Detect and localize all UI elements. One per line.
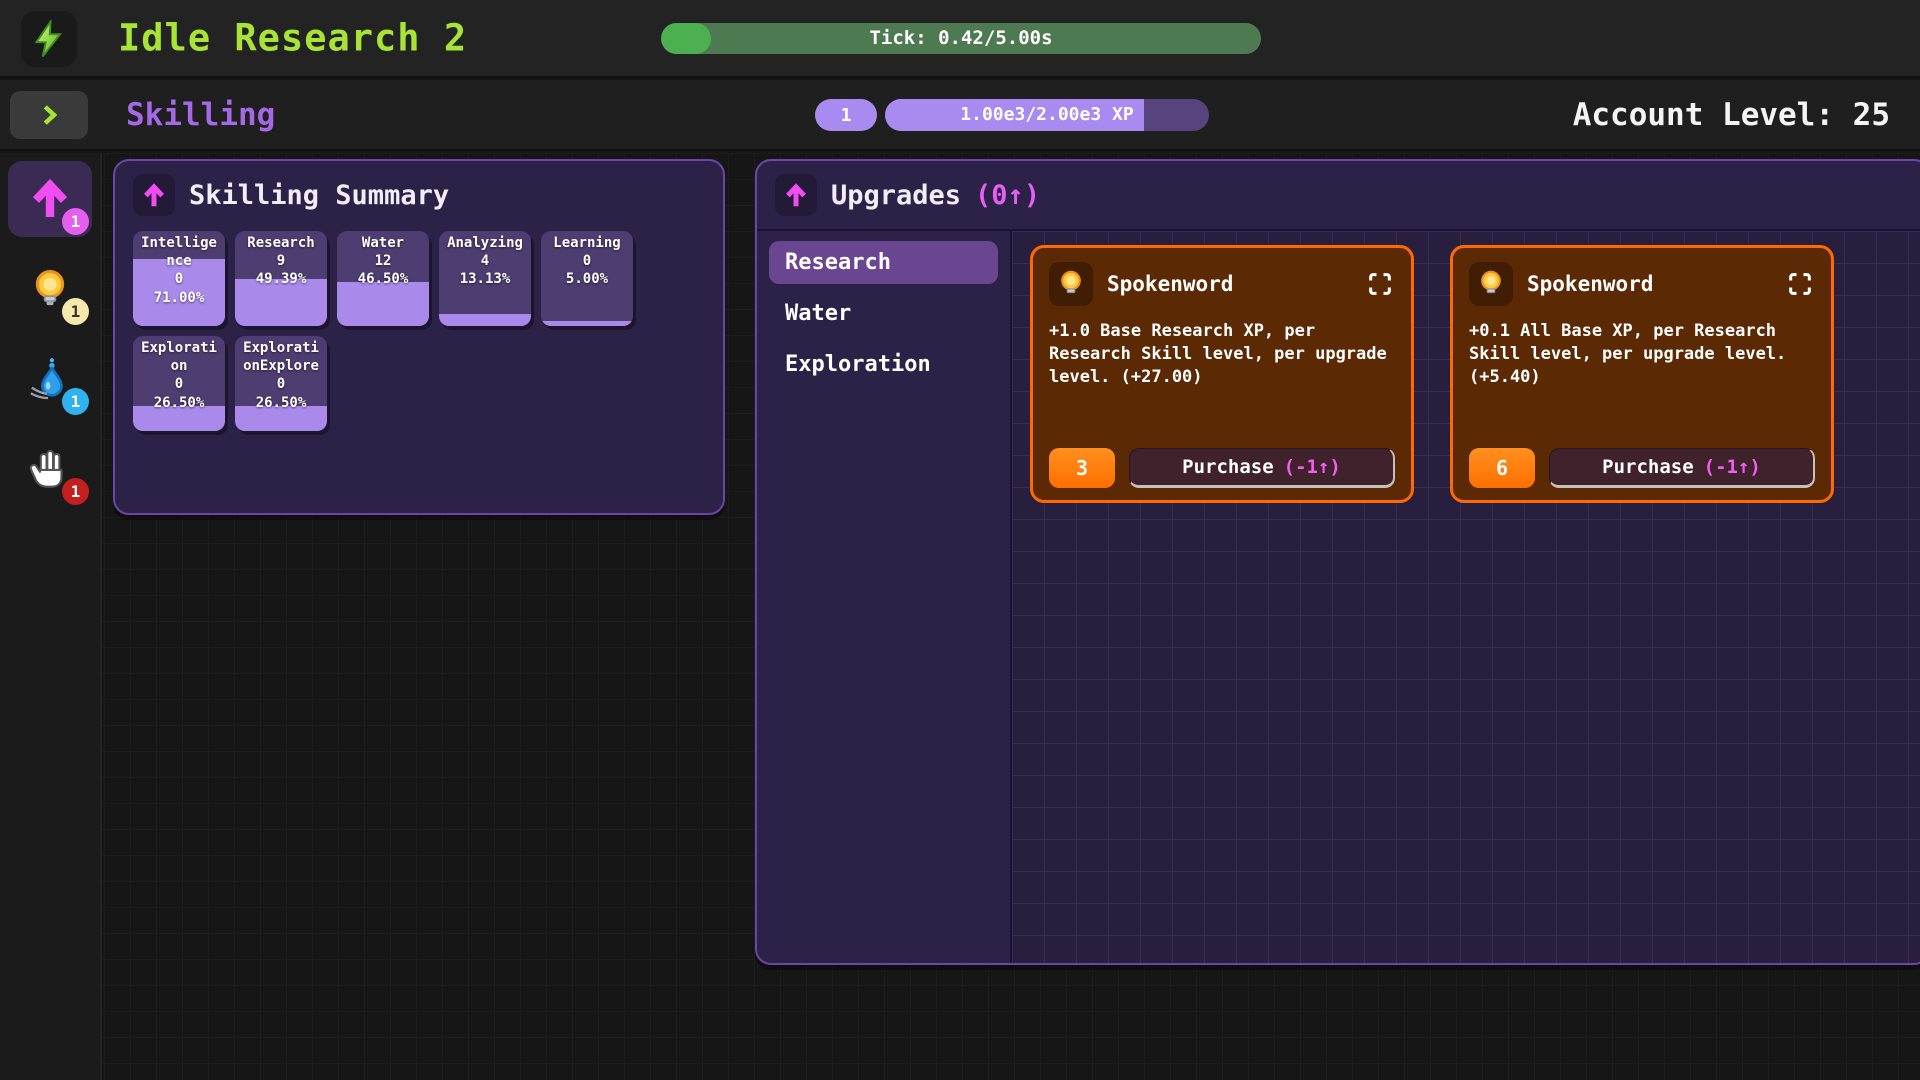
lightbulb-icon [1055,268,1087,300]
upgrades-panel: Upgrades (0↑) Research Water Exploration [755,159,1920,965]
xp-progress-bar: 1.00e3/2.00e3 XP [885,99,1209,131]
fullscreen-icon [1366,270,1394,298]
purchase-label: Purchase [1182,456,1274,478]
sidebar-item-water[interactable]: 1 [8,341,92,417]
upgrade-icon-box [1049,262,1093,306]
skilling-summary-header: Skilling Summary [115,161,723,229]
skill-card-learning[interactable]: Learning 0 5.00% [541,231,633,326]
tab-water[interactable]: Water [769,292,998,335]
upgrade-card: Spokenword +1.0 Base Research XP, per Re… [1030,245,1414,503]
panel-icon-box [775,174,817,216]
skill-percent: 26.50% [154,395,205,411]
skill-level: 0 [277,376,285,392]
fullscreen-icon [1786,270,1814,298]
xp-label: 1.00e3/2.00e3 XP [885,99,1209,131]
purchase-cost-delta: (-1↑) [1284,456,1341,478]
skill-name: Analyzing [447,235,523,251]
panel-title: Skilling Summary [189,180,449,211]
upgrade-title: Spokenword [1527,272,1653,296]
skill-level: 4 [481,253,489,269]
skill-card-explorationexplore[interactable]: ExplorationExplore 0 26.50% [235,336,327,431]
skill-card-exploration[interactable]: Exploration 0 26.50% [133,336,225,431]
chevron-right-icon [34,100,64,130]
sidebar-badge: 1 [62,208,89,235]
purchase-button[interactable]: Purchase (-1↑) [1129,448,1395,488]
skill-name: Exploration [141,340,217,374]
skill-level: 0 [583,253,591,269]
skill-name: Research [247,235,314,251]
skill-level: 9 [277,253,285,269]
sidebar-item-hand-clicker[interactable]: 1 [8,431,92,507]
skill-percent: 71.00% [154,290,205,306]
purchase-cost-delta: (-1↑) [1704,456,1761,478]
skill-level: 0 [175,271,183,287]
upgrade-description: +1.0 Base Research XP, per Research Skil… [1049,320,1395,389]
upgrade-description: +0.1 All Base XP, per Research Skill lev… [1469,320,1815,389]
lightning-bolt-icon [30,20,68,58]
skill-percent: 46.50% [358,271,409,287]
skill-card-analyzing[interactable]: Analyzing 4 13.13% [439,231,531,326]
skill-percent: 5.00% [566,271,608,287]
skill-card-intelligence[interactable]: Intelligence 0 71.00% [133,231,225,326]
skilling-summary-panel: Skilling Summary Intelligence 0 71.00% R… [113,159,725,515]
skill-name: Intelligence [141,235,217,269]
sidebar-badge: 1 [62,298,89,325]
upgrade-icon-box [1469,262,1513,306]
expand-button[interactable] [1365,269,1395,299]
upgrade-points-count: (0↑) [975,180,1040,211]
tick-progress-bar: Tick: 0.42/5.00s [661,23,1261,54]
skill-card-list: Intelligence 0 71.00% Research 9 49.39% … [115,229,723,433]
tick-label: Tick: 0.42/5.00s [661,23,1261,54]
lightbulb-icon [1475,268,1507,300]
nav-sidebar: 1 1 1 [0,153,102,1080]
skill-card-research[interactable]: Research 9 49.39% [235,231,327,326]
account-level: Account Level: 25 [1573,97,1890,133]
sidebar-item-research[interactable]: 1 [8,251,92,327]
upgrade-category-tabs: Research Water Exploration [757,231,1012,963]
tab-exploration[interactable]: Exploration [769,343,998,386]
upgrades-body: Research Water Exploration Sp [757,229,1920,963]
tab-research[interactable]: Research [769,241,998,284]
upgrade-cost-badge: 6 [1469,448,1535,488]
main-content: 1 1 1 [0,153,1920,1080]
sidebar-badge: 1 [62,388,89,415]
skill-progress-fill [541,321,633,326]
upgrade-card: Spokenword +0.1 All Base XP, per Researc… [1450,245,1834,503]
purchase-button[interactable]: Purchase (-1↑) [1549,448,1815,488]
skill-name: Learning [553,235,620,251]
panel-icon-box [133,174,175,216]
top-bar: Idle Research 2 Tick: 0.42/5.00s [0,0,1920,78]
skill-percent: 13.13% [460,271,511,287]
upgrade-title: Spokenword [1107,272,1233,296]
upgrade-card-grid: Spokenword +1.0 Base Research XP, per Re… [1012,231,1920,963]
skill-percent: 49.39% [256,271,307,287]
expand-button[interactable] [1785,269,1815,299]
app-logo[interactable] [21,11,77,67]
skill-name: Water [362,235,404,251]
skill-percent: 26.50% [256,395,307,411]
skill-name: ExplorationExplore [243,340,319,374]
skill-level: 0 [175,376,183,392]
page-header-bar: Skilling 1 1.00e3/2.00e3 XP Account Leve… [0,80,1920,151]
upgrade-cost-badge: 3 [1049,448,1115,488]
upgrades-header: Upgrades (0↑) [757,161,1920,229]
page-title: Skilling [126,97,275,133]
up-arrow-icon [781,180,811,210]
skill-card-water[interactable]: Water 12 46.50% [337,231,429,326]
panel-title: Upgrades [831,180,961,211]
skill-progress-fill [439,314,531,326]
purchase-label: Purchase [1602,456,1694,478]
app-title: Idle Research 2 [118,17,467,60]
skill-level: 12 [375,253,392,269]
up-arrow-icon [139,180,169,210]
sidebar-badge: 1 [62,478,89,505]
sidebar-item-skilling[interactable]: 1 [8,161,92,237]
level-badge: 1 [815,99,877,131]
collapse-sidebar-button[interactable] [10,91,88,139]
